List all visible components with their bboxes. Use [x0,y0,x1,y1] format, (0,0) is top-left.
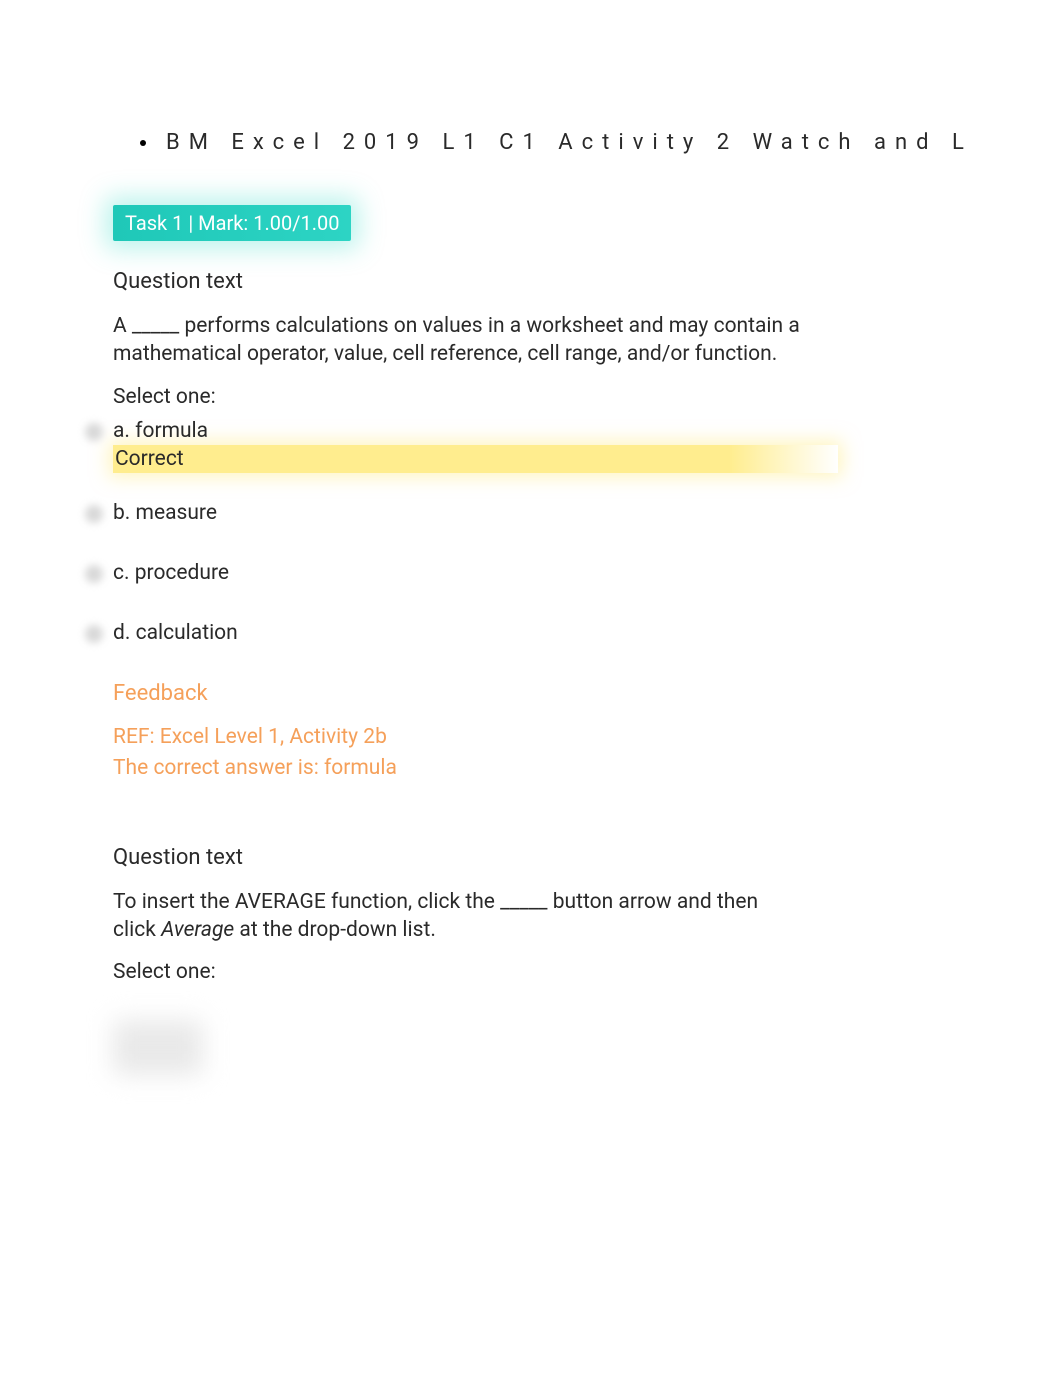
feedback-ref: REF: Excel Level 1, Activity 2b [113,722,982,754]
option-b-row[interactable]: b. measure [113,501,982,525]
radio-icon[interactable] [85,565,103,583]
option-a-label: a. formula [113,419,208,443]
answer-options: a. formula Correct b. measure c. procedu… [113,419,982,645]
question-body: To insert the AVERAGE function, click th… [113,888,793,945]
option-d-row[interactable]: d. calculation [113,621,982,645]
question-heading: Question text [113,269,982,294]
feedback-answer: The correct answer is: formula [113,753,982,785]
option-c-label: c. procedure [113,561,229,585]
question-body: A _____ performs calculations on values … [113,312,833,369]
breadcrumb-title[interactable]: BM Excel 2019 L1 C1 Activity 2 Watch and… [166,130,973,155]
correct-badge: Correct [113,445,838,473]
q2-body-italic: Average [161,918,234,942]
bullet-icon [140,140,146,146]
q2-body-post: at the drop-down list. [234,918,436,942]
select-one-label: Select one: [113,960,982,984]
option-c-row[interactable]: c. procedure [113,561,982,585]
option-a-row[interactable]: a. formula Correct [113,419,982,473]
select-one-label: Select one: [113,385,982,409]
breadcrumb: BM Excel 2019 L1 C1 Activity 2 Watch and… [0,130,1062,155]
radio-icon[interactable] [85,423,103,441]
blurred-region [113,1020,203,1075]
feedback-heading: Feedback [113,681,982,706]
radio-icon[interactable] [85,505,103,523]
task-mark-badge: Task 1 | Mark: 1.00/1.00 [113,205,351,241]
option-b-label: b. measure [113,501,217,525]
radio-icon[interactable] [85,625,103,643]
option-d-label: d. calculation [113,621,238,645]
question-heading: Question text [113,845,982,870]
